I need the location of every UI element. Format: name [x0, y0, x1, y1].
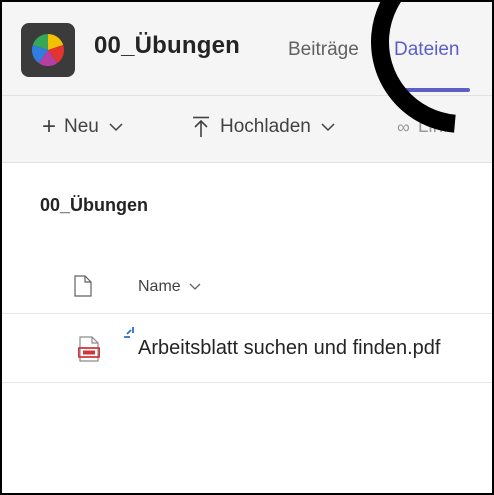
upload-button-label: Hochladen: [220, 116, 311, 137]
link-icon: ∞: [397, 117, 410, 137]
chevron-down-icon: [321, 122, 335, 131]
window: 00_Übungen Beiträge Dateien + Neu Hochla…: [0, 0, 494, 495]
table-row[interactable]: Arbeitsblatt suchen und finden.pdf: [2, 314, 492, 383]
file-list-area: 00_Übungen Name Arbeitsblatt suchen und …: [2, 163, 492, 493]
folder-title: 00_Übungen: [40, 195, 149, 215]
new-button-label: Neu: [64, 116, 99, 137]
name-column-label: Name: [138, 278, 181, 295]
file-type-icon: [74, 275, 92, 297]
copy-link-label: Link: [417, 116, 453, 137]
tab-files[interactable]: Dateien: [394, 39, 460, 61]
tab-posts[interactable]: Beiträge: [288, 39, 359, 61]
upload-button[interactable]: Hochladen: [192, 116, 335, 138]
plus-icon: +: [42, 113, 57, 140]
chevron-down-icon: [109, 122, 123, 131]
pdf-icon: [78, 336, 100, 362]
channel-title: 00_Übungen: [94, 32, 241, 59]
team-avatar[interactable]: [21, 23, 75, 77]
new-button[interactable]: + Neu: [42, 113, 123, 140]
active-tab-indicator: [394, 88, 470, 92]
file-name-link[interactable]: Arbeitsblatt suchen und finden.pdf: [138, 337, 440, 360]
name-column-header[interactable]: Name: [138, 278, 201, 296]
new-file-icon: [124, 327, 134, 338]
color-wheel-icon: [31, 34, 65, 67]
channel-header: 00_Übungen Beiträge Dateien: [2, 2, 492, 96]
copy-link-button[interactable]: ∞ Link: [397, 116, 453, 138]
chevron-down-icon: [189, 283, 201, 290]
files-toolbar: + Neu Hochladen ∞ Link: [2, 96, 492, 163]
column-header-row: Name: [2, 258, 492, 314]
upload-icon: [193, 116, 209, 137]
